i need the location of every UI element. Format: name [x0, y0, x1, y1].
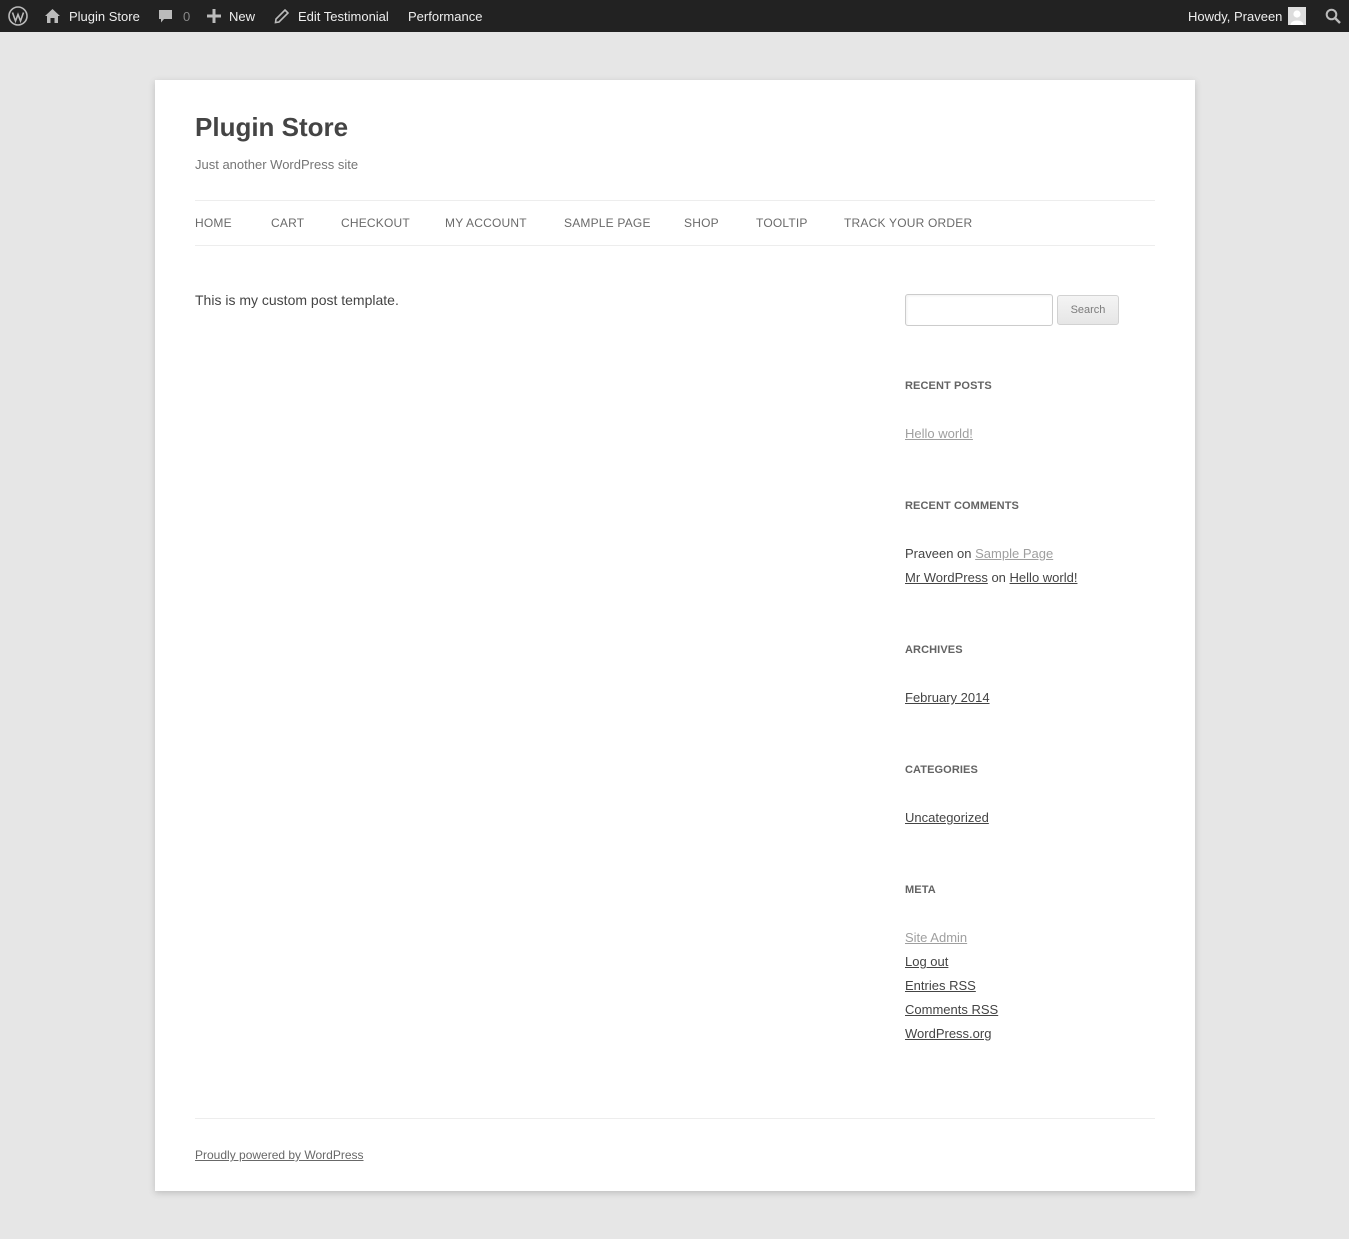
comment-author: Praveen [905, 546, 954, 561]
comment-icon [158, 9, 173, 24]
comments-menu[interactable]: 0 [158, 0, 190, 32]
plus-icon [207, 9, 221, 23]
categories-title: CATEGORIES [905, 764, 978, 776]
category-link[interactable]: Uncategorized [905, 810, 989, 825]
comment-author-link[interactable]: Mr WordPress [905, 570, 988, 585]
edit-testimonial-link[interactable]: Edit Testimonial [274, 0, 389, 32]
meta-log-out-link[interactable]: Log out [905, 954, 948, 969]
new-label: New [229, 8, 256, 24]
admin-bar: Plugin Store 0 New Edit Testimonial Perf… [0, 0, 1349, 32]
performance-label: Performance [408, 8, 483, 24]
recent-comments-title: RECENT COMMENTS [905, 500, 1019, 512]
site-description: Just another WordPress site [195, 157, 359, 172]
avatar [1288, 7, 1307, 25]
recent-posts-title: RECENT POSTS [905, 380, 992, 392]
list-item: Comments RSS [905, 1002, 998, 1017]
edit-testimonial-label: Edit Testimonial [298, 8, 389, 24]
list-item: Hello world! [905, 426, 973, 441]
list-item: Praveen on Sample Page [905, 546, 1053, 561]
site-name-menu[interactable]: Plugin Store [44, 0, 140, 32]
search-button[interactable]: Search [1057, 295, 1119, 325]
comment-connector: on [991, 570, 1006, 585]
performance-menu[interactable]: Performance [408, 0, 482, 32]
archives-title: ARCHIVES [905, 644, 963, 656]
nav-item-tooltip[interactable]: TOOLTIP [756, 216, 808, 230]
meta-title: META [905, 884, 936, 896]
footer-credit-link[interactable]: Proudly powered by WordPress [195, 1148, 364, 1162]
list-item: Uncategorized [905, 810, 989, 825]
nav-item-cart[interactable]: CART [271, 216, 304, 230]
search-input[interactable] [905, 294, 1053, 326]
site-name-label: Plugin Store [69, 8, 140, 24]
nav-item-home[interactable]: HOME [195, 216, 232, 230]
list-item: Entries RSS [905, 978, 976, 993]
site-title[interactable]: Plugin Store [195, 112, 348, 143]
recent-post-link[interactable]: Hello world! [905, 426, 973, 441]
search-icon[interactable] [1325, 0, 1341, 32]
meta-comments-rss-link[interactable]: Comments RSS [905, 1002, 998, 1017]
list-item: Mr WordPress on Hello world! [905, 570, 1077, 585]
comment-post-link[interactable]: Hello world! [1010, 570, 1078, 585]
nav-item-shop[interactable]: SHOP [684, 216, 719, 230]
main-navigation: HOME CART CHECKOUT MY ACCOUNT SAMPLE PAG… [195, 200, 1155, 246]
list-item: February 2014 [905, 690, 990, 705]
pencil-icon [274, 8, 289, 24]
account-menu[interactable]: Howdy, Praveen [1188, 0, 1307, 32]
comment-post-link[interactable]: Sample Page [975, 546, 1053, 561]
archive-link[interactable]: February 2014 [905, 690, 990, 705]
meta-site-admin-link[interactable]: Site Admin [905, 930, 967, 945]
page-container: Plugin Store Just another WordPress site… [155, 80, 1195, 1191]
list-item: Log out [905, 954, 948, 969]
meta-entries-rss-link[interactable]: Entries RSS [905, 978, 976, 993]
comment-connector: on [957, 546, 972, 561]
nav-item-track-your-order[interactable]: TRACK YOUR ORDER [844, 216, 972, 230]
nav-item-checkout[interactable]: CHECKOUT [341, 216, 410, 230]
nav-item-my-account[interactable]: MY ACCOUNT [445, 216, 527, 230]
howdy-label: Howdy, Praveen [1188, 8, 1283, 24]
new-content-menu[interactable]: New [207, 0, 255, 32]
footer-divider [195, 1118, 1155, 1119]
nav-item-sample-page[interactable]: SAMPLE PAGE [564, 216, 651, 230]
meta-wordpress-org-link[interactable]: WordPress.org [905, 1026, 991, 1041]
wordpress-logo-icon[interactable] [8, 0, 28, 32]
list-item: WordPress.org [905, 1026, 991, 1041]
comments-count: 0 [183, 8, 191, 24]
post-content: This is my custom post template. [195, 292, 399, 308]
home-icon [44, 8, 61, 24]
list-item: Site Admin [905, 930, 967, 945]
